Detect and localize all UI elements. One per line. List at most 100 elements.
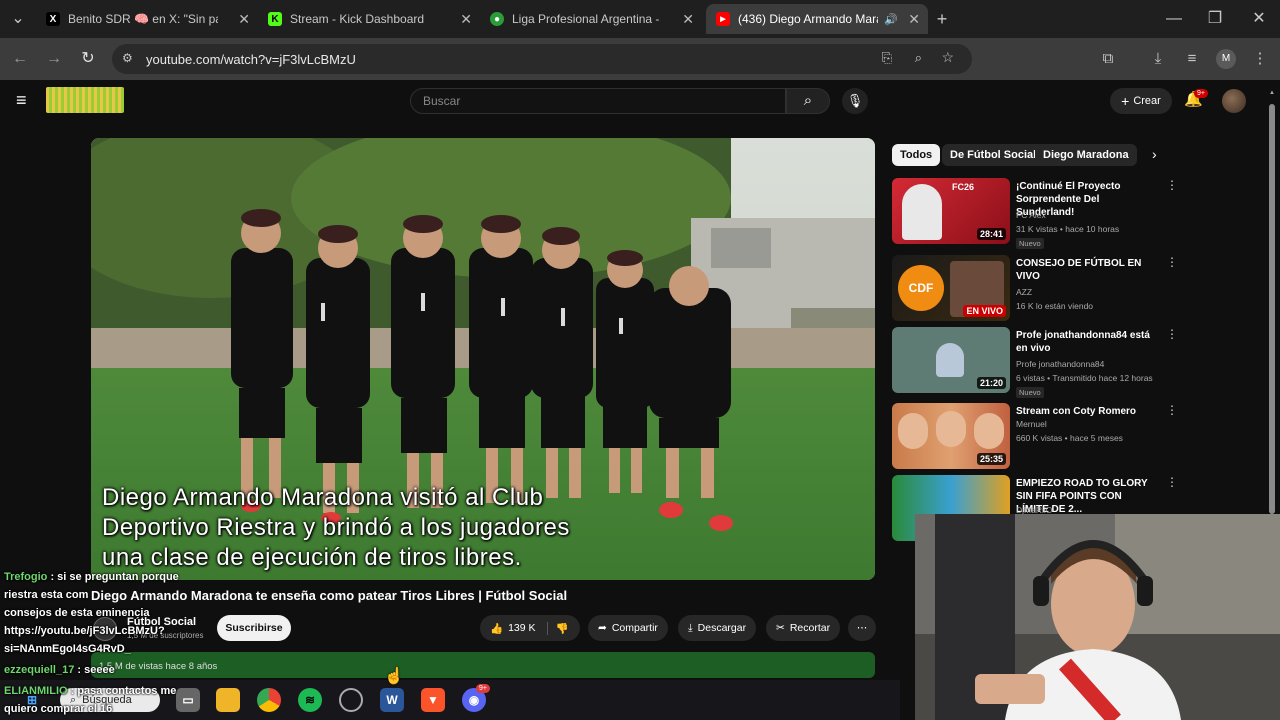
tab-liga[interactable]: ● Liga Profesional Argentina - PO ✕: [480, 4, 702, 34]
brave-icon[interactable]: ▼: [421, 688, 445, 712]
webcam-overlay: [915, 514, 1280, 720]
clock-app-icon[interactable]: [339, 688, 363, 712]
chat-text: : pasa contactos me: [67, 685, 177, 697]
url-field[interactable]: ⚙ youtube.com/watch?v=jF3lvLcBMzU ⎘ ⌕ ☆: [112, 44, 972, 74]
more-vert-icon[interactable]: ⋮: [1166, 475, 1178, 489]
more-vert-icon[interactable]: ⋮: [1166, 327, 1178, 341]
close-icon[interactable]: ✕: [682, 11, 694, 28]
share-button[interactable]: ➦ Compartir: [588, 615, 668, 641]
maximize-icon[interactable]: ❐: [1205, 9, 1225, 29]
tab-label: Stream - Kick Dashboard: [290, 12, 425, 26]
chat-text: : si se preguntan porque: [47, 571, 179, 583]
rec-meta: 16 K lo están viendo: [1016, 301, 1094, 311]
file-explorer-icon[interactable]: [216, 688, 240, 712]
chat-text: quiero comprar el 16: [4, 703, 113, 715]
spotify-icon[interactable]: ≋: [298, 688, 322, 712]
video-player[interactable]: Diego Armando Maradona visitó al Club De…: [91, 138, 875, 580]
views-date: 1,5 M de vistas hace 8 años: [99, 661, 218, 672]
media-control-icon[interactable]: ≡: [1182, 49, 1202, 69]
chat-message: ezzequiell_17 : seeee: [4, 664, 115, 676]
clip-button[interactable]: ✂ Recortar: [766, 615, 841, 641]
caption-line: Deportivo Riestra y brindó a los jugador…: [102, 514, 570, 541]
window-close-icon[interactable]: ✕: [1249, 9, 1269, 29]
youtube-header: ≡ Buscar ⌕ 🎙 + Crear 🔔 9+: [0, 80, 1265, 122]
youtube-doodle-logo[interactable]: [46, 87, 124, 113]
profile-avatar[interactable]: M: [1216, 49, 1236, 69]
download-button[interactable]: ⤓ Descargar: [678, 615, 757, 641]
chrome-icon[interactable]: [257, 688, 281, 712]
chip-futbol-social[interactable]: De Fútbol Social: [942, 144, 1045, 166]
rec-meta: 31 K vistas • hace 10 horas: [1016, 224, 1120, 234]
install-icon[interactable]: ⎘: [882, 50, 892, 66]
description-box[interactable]: 1,5 M de vistas hace 8 años: [91, 652, 875, 678]
mouse-cursor-icon: ☝: [384, 668, 404, 685]
minimize-icon[interactable]: —: [1164, 9, 1184, 29]
recommendation-item[interactable]: 21:20 Profe jonathandonna84 está en vivo…: [892, 327, 1178, 398]
notifications-badge: 9+: [1194, 89, 1208, 98]
hamburger-menu-icon[interactable]: ≡: [16, 91, 27, 109]
search-input[interactable]: Buscar: [410, 88, 786, 114]
more-vert-icon[interactable]: ⋮: [1166, 403, 1178, 417]
chat-text: : seeee: [74, 664, 115, 676]
address-toolbar: ← → ↻ ⚙ youtube.com/watch?v=jF3lvLcBMzU …: [0, 38, 1280, 80]
thumbs-down-icon[interactable]: 👎: [546, 621, 569, 635]
more-vert-icon[interactable]: ⋮: [1166, 255, 1178, 269]
search-placeholder: Buscar: [423, 94, 461, 108]
tab-kick[interactable]: K Stream - Kick Dashboard ✕: [258, 4, 480, 34]
plus-icon: +: [1121, 93, 1130, 109]
new-tab-icon[interactable]: +: [932, 9, 952, 29]
duration-badge: 25:35: [976, 453, 1006, 465]
rec-meta: 6 vistas • Transmitido hace 12 horas: [1016, 373, 1153, 383]
reload-icon[interactable]: ↻: [78, 49, 98, 69]
speaker-icon[interactable]: 🔊: [884, 13, 898, 26]
thumbs-up-icon[interactable]: 👍: [490, 622, 503, 635]
search-button[interactable]: ⌕: [786, 88, 830, 114]
zoom-icon[interactable]: ⌕: [915, 50, 922, 66]
site-info-icon[interactable]: ⚙: [122, 51, 133, 65]
chat-text: riestra esta com: [4, 589, 89, 601]
recommendation-item[interactable]: CDF EN VIVO CONSEJO DE FÚTBOL EN VIVO AZ…: [892, 255, 1178, 321]
tab-search-icon[interactable]: ⌄: [8, 9, 28, 29]
extensions-icon[interactable]: ⧉: [1098, 49, 1118, 69]
create-button[interactable]: + Crear: [1110, 88, 1172, 114]
download-icon: ⤓: [688, 621, 693, 634]
thumbnail: 25:35: [892, 403, 1010, 469]
tab-label: Benito SDR 🧠 en X: "Sin palab: [68, 12, 218, 26]
close-icon[interactable]: ✕: [238, 11, 250, 28]
forward-icon[interactable]: →: [44, 49, 64, 69]
more-vert-icon[interactable]: ⋮: [1166, 178, 1178, 192]
close-icon[interactable]: ✕: [908, 11, 920, 28]
close-icon[interactable]: ✕: [460, 11, 472, 28]
chip-all[interactable]: Todos: [892, 144, 941, 166]
word-icon[interactable]: W: [380, 688, 404, 712]
chevron-right-icon[interactable]: ›: [1152, 146, 1157, 162]
new-badge: Nuevo: [1016, 387, 1044, 398]
tab-x[interactable]: X Benito SDR 🧠 en X: "Sin palab ✕: [36, 4, 258, 34]
share-label: Compartir: [611, 622, 658, 634]
duration-badge: 21:20: [976, 377, 1006, 389]
tab-label: Liga Profesional Argentina - PO: [512, 12, 662, 26]
back-icon[interactable]: ←: [10, 49, 30, 69]
account-avatar[interactable]: [1222, 89, 1246, 113]
chat-text: consejos de esta eminencia: [4, 607, 150, 619]
chat-text: si=NAnmEgoI4sG4RvD_: [4, 643, 131, 655]
voice-search-button[interactable]: 🎙: [842, 88, 868, 114]
recommendation-item[interactable]: FC26 28:41 ¡Continué El Proyecto Sorpren…: [892, 178, 1178, 249]
youtube-logo-icon: ▶: [716, 12, 730, 26]
download-icon[interactable]: ⤓: [1148, 49, 1168, 69]
chat-message: ELIANMILIO : pasa contactos me: [4, 685, 176, 697]
duration-badge: 28:41: [976, 228, 1006, 240]
task-view-icon[interactable]: ▭: [176, 688, 200, 712]
live-badge: EN VIVO: [963, 305, 1006, 317]
bookmark-star-icon[interactable]: ☆: [941, 49, 954, 66]
like-dislike-group: 👍 139 K 👎: [480, 615, 580, 641]
browser-tab-bar: ⌄ X Benito SDR 🧠 en X: "Sin palab ✕ K St…: [0, 0, 1280, 38]
chip-diego-maradona[interactable]: Diego Maradona: [1035, 144, 1137, 166]
thumbnail: FC26 28:41: [892, 178, 1010, 244]
recommendation-item[interactable]: 25:35 Stream con Coty Romero Mernuel 660…: [892, 403, 1178, 469]
more-actions-button[interactable]: ⋯: [848, 615, 876, 641]
tab-youtube[interactable]: ▶ (436) Diego Armando Mara 🔊 ✕: [706, 4, 928, 34]
subscribe-button[interactable]: Suscribirse: [217, 615, 291, 641]
menu-dots-icon[interactable]: ⋮: [1250, 49, 1270, 69]
like-count[interactable]: 139 K: [508, 622, 535, 634]
